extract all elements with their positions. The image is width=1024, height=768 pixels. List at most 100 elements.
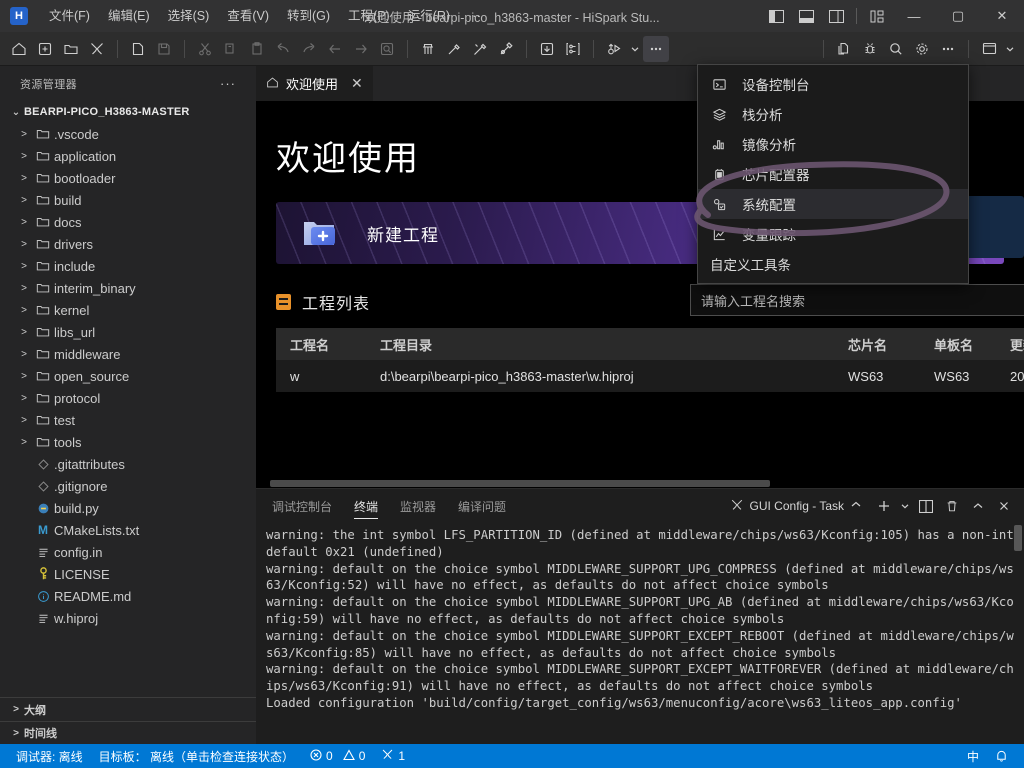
home-icon[interactable] [6,36,32,62]
tree-folder-item[interactable]: > bootloader [0,167,256,189]
new-terminal-icon[interactable] [872,494,896,518]
panel-bottom-icon[interactable] [791,0,821,32]
scrollbar-thumb[interactable] [270,480,770,487]
new-document-icon[interactable] [125,36,151,62]
menu-file[interactable]: 文件(F) [40,3,99,29]
tree-folder-item[interactable]: > middleware [0,343,256,365]
panel-tab-monitor[interactable]: 监视器 [400,489,436,523]
tab-welcome[interactable]: 欢迎使用 ✕ [256,66,374,101]
tree-folder-item[interactable]: > libs_url [0,321,256,343]
panel-tab-build-problems[interactable]: 编译问题 [458,489,506,523]
horizontal-scrollbar[interactable] [256,478,1024,488]
menu-item-chip[interactable]: 芯片配置器 [698,159,968,189]
status-problems[interactable]: 0 0 [302,744,373,768]
menu-run[interactable]: 运行(R) [399,3,459,29]
tree-file-item[interactable]: >build.py [0,497,256,519]
open-folder-icon[interactable] [58,36,84,62]
tree-folder-item[interactable]: > open_source [0,365,256,387]
tree-file-item[interactable]: >.gitignore [0,475,256,497]
chevron-down-icon[interactable] [627,36,643,62]
undo-icon[interactable] [270,36,296,62]
menu-view[interactable]: 查看(V) [218,3,278,29]
split-terminal-icon[interactable] [914,494,938,518]
tree-folder-item[interactable]: > drivers [0,233,256,255]
tree-file-item[interactable]: >w.hiproj [0,607,256,629]
back-icon[interactable] [322,36,348,62]
tree-file-item[interactable]: >MCMakeLists.txt [0,519,256,541]
tree-folder-item[interactable]: > application [0,145,256,167]
sidebar-section-timeline[interactable]: > 时间线 [0,721,256,744]
chevron-collapse-icon[interactable] [850,499,862,514]
tree-folder-item[interactable]: > build [0,189,256,211]
tree-folder-item[interactable]: > tools [0,431,256,453]
menu-item-customize-toolbar[interactable]: 自定义工具条 [698,249,968,279]
close-panel-icon[interactable] [992,494,1016,518]
table-column-header[interactable]: 工程目录 [366,328,834,360]
tree-file-item[interactable]: >LICENSE [0,563,256,585]
table-column-header[interactable]: 芯片名 [834,328,920,360]
status-tasks[interactable]: 1 [373,744,413,768]
terminal-panel-icon[interactable] [976,36,1002,62]
window-maximize-button[interactable]: ▢ [936,0,980,32]
terminal-output[interactable]: warning: the int symbol LFS_PARTITION_ID… [256,523,1024,744]
chevron-down-icon[interactable] [898,494,912,518]
tree-folder-item[interactable]: > test [0,409,256,431]
clean-icon[interactable] [415,36,441,62]
project-search-input[interactable]: 请输入工程名搜索 [690,284,1024,316]
config-tree-icon[interactable] [560,36,586,62]
table-column-header[interactable]: 工程名 [276,328,366,360]
tree-folder-item[interactable]: > kernel [0,299,256,321]
customize-layout-icon[interactable] [862,0,892,32]
table-column-header[interactable]: 更新时 [996,328,1024,360]
window-minimize-button[interactable]: — [892,0,936,32]
menu-project[interactable]: 工程(P) [339,3,399,29]
save-icon[interactable] [151,36,177,62]
tools-icon[interactable] [84,36,110,62]
menu-edit[interactable]: 编辑(E) [99,3,159,29]
menu-select[interactable]: 选择(S) [159,3,219,29]
search-icon[interactable] [883,36,909,62]
find-icon[interactable] [374,36,400,62]
tree-folder-item[interactable]: > interim_binary [0,277,256,299]
tree-file-item[interactable]: >.gitattributes [0,453,256,475]
rebuild-icon[interactable] [467,36,493,62]
status-target-board[interactable]: 目标板： 离线（单击检查连接状态） [91,744,302,768]
window-close-button[interactable]: ✕ [980,0,1024,32]
redo-icon[interactable] [296,36,322,62]
debug-run-icon[interactable] [601,36,627,62]
copy-icon[interactable] [218,36,244,62]
tree-folder-item[interactable]: > docs [0,211,256,233]
gear-icon[interactable] [909,36,935,62]
panel-tab-debug-console[interactable]: 调试控制台 [272,489,332,523]
tree-file-item[interactable]: >README.md [0,585,256,607]
close-icon[interactable]: ✕ [351,75,363,92]
tree-folder-item[interactable]: > .vscode [0,123,256,145]
toolbar-overflow-icon[interactable] [935,36,961,62]
build-icon[interactable] [441,36,467,62]
tree-root-node[interactable]: ⌄ BEARPI-PICO_H3863-MASTER [0,101,256,123]
tree-folder-item[interactable]: > include [0,255,256,277]
download-icon[interactable] [534,36,560,62]
panel-right-icon[interactable] [821,0,851,32]
table-column-header[interactable]: 单板名 [920,328,996,360]
menu-item-layers[interactable]: 栈分析 [698,99,968,129]
panel-tab-terminal[interactable]: 终端 [354,489,379,523]
sidebar-section-outline[interactable]: > 大纲 [0,698,256,721]
menu-goto[interactable]: 转到(G) [278,3,339,29]
forward-icon[interactable] [348,36,374,62]
status-ime[interactable]: 中 [959,744,987,768]
panel-left-icon[interactable] [761,0,791,32]
new-file-icon[interactable] [32,36,58,62]
terminal-task-selector[interactable]: GUI Config - Task [730,498,862,515]
tree-file-item[interactable]: >config.in [0,541,256,563]
menu-more[interactable]: ··· [459,3,490,29]
paste-icon[interactable] [244,36,270,62]
chevron-down-icon[interactable] [1002,36,1018,62]
table-row[interactable]: w d:\bearpi\bearpi-pico_h3863-master\w.hi… [276,360,1024,392]
menu-item-console[interactable]: 设备控制台 [698,69,968,99]
trash-icon[interactable] [940,494,964,518]
terminal-scrollbar-thumb[interactable] [1014,525,1022,551]
bell-icon[interactable] [987,744,1016,768]
maximize-panel-icon[interactable] [966,494,990,518]
copy-files-icon[interactable] [831,36,857,62]
